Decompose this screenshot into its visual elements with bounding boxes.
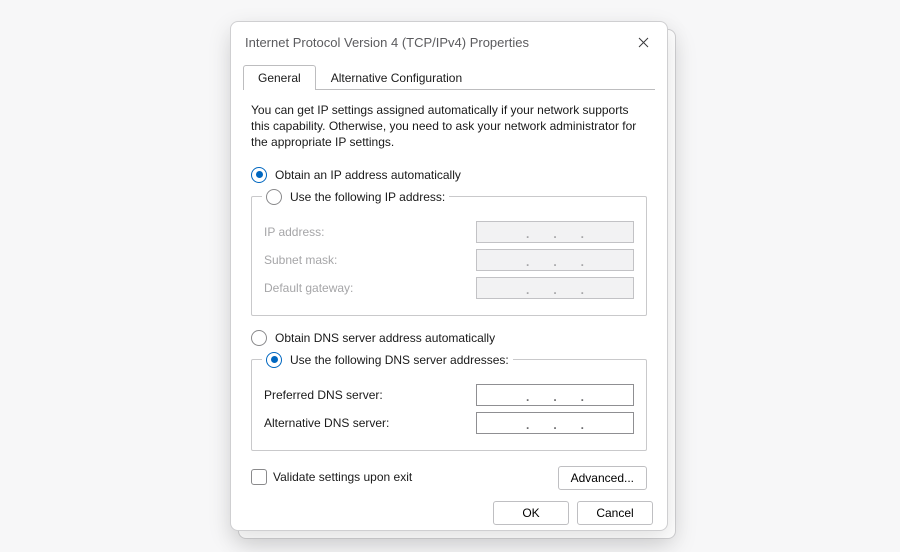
radio-dns-auto-label: Obtain DNS server address automatically [275,331,495,345]
input-default-gateway: ... [476,277,634,299]
label-default-gateway: Default gateway: [264,281,353,295]
checkbox-validate-label: Validate settings upon exit [273,470,412,484]
input-subnet-mask: ... [476,249,634,271]
input-alternate-dns[interactable]: ... [476,412,634,434]
radio-icon [251,330,267,346]
checkbox-validate[interactable]: Validate settings upon exit [251,469,412,485]
radio-icon [266,352,282,368]
radio-ip-auto[interactable]: Obtain an IP address automatically [251,167,647,183]
tabstrip: General Alternative Configuration [243,64,655,90]
checkbox-icon [251,469,267,485]
dns-manual-group: Use the following DNS server addresses: … [251,352,647,451]
row-ip-address: IP address: ... [264,221,634,243]
ok-button-label: OK [522,506,539,520]
row-alternate-dns: Alternative DNS server: ... [264,412,634,434]
radio-dns-manual[interactable]: Use the following DNS server addresses: [266,352,509,368]
radio-ip-auto-label: Obtain an IP address automatically [275,168,461,182]
tab-general[interactable]: General [243,65,316,90]
ip-manual-group: Use the following IP address: IP address… [251,189,647,316]
bottom-row: Validate settings upon exit Advanced... [251,465,647,491]
advanced-button[interactable]: Advanced... [558,466,647,490]
radio-ip-manual-label: Use the following IP address: [290,190,445,204]
cancel-button-label: Cancel [596,506,633,520]
tab-alt-label: Alternative Configuration [331,71,462,85]
row-subnet-mask: Subnet mask: ... [264,249,634,271]
row-preferred-dns: Preferred DNS server: ... [264,384,634,406]
label-ip-address: IP address: [264,225,324,239]
radio-dns-auto[interactable]: Obtain DNS server address automatically [251,330,647,346]
cancel-button[interactable]: Cancel [577,501,653,525]
radio-icon [251,167,267,183]
dns-manual-legend: Use the following DNS server addresses: [262,352,513,368]
radio-dns-manual-label: Use the following DNS server addresses: [290,353,509,367]
dialog-footer: OK Cancel [231,491,667,537]
label-alternate-dns: Alternative DNS server: [264,416,389,430]
radio-icon [266,189,282,205]
ok-button[interactable]: OK [493,501,569,525]
tab-alternative-configuration[interactable]: Alternative Configuration [316,65,477,90]
input-preferred-dns[interactable]: ... [476,384,634,406]
advanced-button-label: Advanced... [571,471,634,485]
ipv4-properties-dialog: Internet Protocol Version 4 (TCP/IPv4) P… [230,21,668,531]
label-preferred-dns: Preferred DNS server: [264,388,383,402]
dialog-title: Internet Protocol Version 4 (TCP/IPv4) P… [245,35,529,50]
row-default-gateway: Default gateway: ... [264,277,634,299]
dialog-body: You can get IP settings assigned automat… [231,90,667,491]
label-subnet-mask: Subnet mask: [264,253,337,267]
description-text: You can get IP settings assigned automat… [251,102,647,151]
ip-manual-legend: Use the following IP address: [262,189,449,205]
radio-ip-manual[interactable]: Use the following IP address: [266,189,445,205]
input-ip-address: ... [476,221,634,243]
tab-general-label: General [258,71,301,85]
close-icon[interactable] [631,30,655,54]
titlebar: Internet Protocol Version 4 (TCP/IPv4) P… [231,22,667,60]
